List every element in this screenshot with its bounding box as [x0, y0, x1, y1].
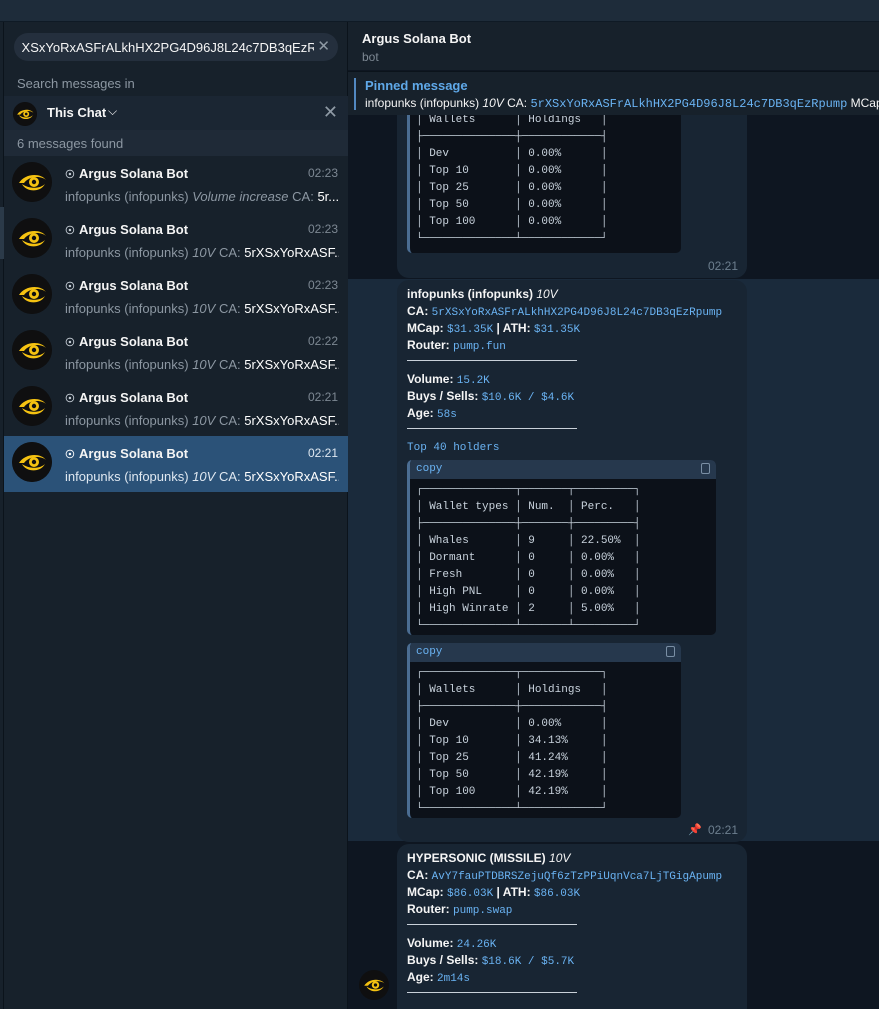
code-block[interactable]: ┌──────────────┬────────────┐ │ Wallets … — [407, 115, 681, 253]
result-time: 02:23 — [307, 278, 338, 292]
eye-logo-icon — [12, 386, 52, 426]
result-sender: ☉ Argus Solana Bot — [65, 446, 189, 461]
result-avatar — [12, 330, 52, 370]
scope-label: This Chat — [47, 105, 107, 120]
search-box[interactable]: ✕ — [14, 33, 338, 61]
clear-search-icon[interactable]: ✕ — [317, 38, 330, 56]
result-preview: infopunks (infopunks) 10V CA: 5rXSxYoRxA… — [65, 357, 339, 372]
message-time: 02:21 — [707, 259, 738, 273]
result-time: 02:21 — [307, 390, 338, 404]
eye-logo-icon — [359, 970, 389, 1000]
age-line: Age: 2m14s — [407, 970, 471, 985]
result-preview: infopunks (infopunks) 10V CA: 5rXSxYoRxA… — [65, 301, 339, 316]
eye-logo-icon — [12, 218, 52, 258]
sender-avatar[interactable] — [359, 970, 389, 1005]
close-scope-icon[interactable]: ✕ — [323, 102, 338, 123]
token-title-line: HYPERSONIC (MISSILE) 10V — [407, 851, 571, 865]
eye-logo-icon — [12, 330, 52, 370]
divider — [407, 428, 577, 429]
message-time: 02:21 — [707, 823, 738, 837]
message-bubble[interactable]: HYPERSONIC (MISSILE) 10V CA: AvY7fauPTDB… — [397, 844, 747, 1009]
chat-header[interactable]: Argus Solana Bot bot — [348, 22, 879, 70]
chat-subtitle: bot — [362, 50, 379, 64]
search-result-item[interactable]: ☉ Argus Solana Bot 02:21 infopunks (infopun… — [4, 436, 348, 492]
eye-logo-icon — [12, 274, 52, 314]
pinned-accent-bar — [354, 78, 356, 110]
result-time: 02:23 — [307, 166, 338, 180]
result-sender: ☉ Argus Solana Bot — [65, 222, 189, 237]
result-sender: ☉ Argus Solana Bot — [65, 278, 189, 293]
code-block[interactable]: copy ┌──────────────┬───────┬─────────┐ … — [407, 460, 716, 635]
pinned-label: Pinned message — [365, 78, 468, 93]
result-avatar — [12, 386, 52, 426]
ca-link[interactable]: AvY7fauPTDBRSZejuQf6zTzPPiUqnVca7LjTGigA… — [432, 871, 722, 883]
result-time: 02:23 — [307, 222, 338, 236]
message-list[interactable]: ┌──────────────┬────────────┐ │ Wallets … — [348, 115, 879, 1009]
window-titlebar — [0, 0, 879, 22]
result-sender: ☉ Argus Solana Bot — [65, 166, 189, 181]
search-messages-in-label: Search messages in — [17, 76, 135, 91]
search-result-item[interactable]: ☉ Argus Solana Bot 02:23 infopunks (infopun… — [4, 156, 348, 212]
divider — [407, 992, 577, 993]
copy-icon[interactable] — [701, 463, 710, 474]
result-preview: infopunks (infopunks) 10V CA: 5rXSxYoRxA… — [65, 469, 339, 484]
pin-icon: 📌 — [688, 824, 702, 836]
search-input[interactable] — [14, 33, 314, 61]
result-avatar — [12, 442, 52, 482]
result-time: 02:22 — [307, 334, 338, 348]
divider — [407, 360, 577, 361]
results-count-bar: 6 messages found — [4, 130, 348, 156]
eye-logo-icon — [12, 162, 52, 202]
chat-avatar — [13, 102, 37, 126]
result-time: 02:21 — [307, 446, 338, 460]
search-sidebar: ✕ Search messages in This Chat ⌵ ✕ 6 mes… — [4, 22, 348, 1009]
chevron-down-icon[interactable]: ⌵ — [108, 104, 117, 119]
results-count: 6 messages found — [17, 136, 124, 151]
token-title-line: infopunks (infopunks) 10V — [407, 287, 558, 301]
copy-icon[interactable] — [666, 646, 675, 657]
chat-title: Argus Solana Bot — [362, 31, 472, 46]
copy-label: copy — [416, 463, 443, 475]
router-line: Router: pump.swap — [407, 902, 513, 917]
search-result-item[interactable]: ☉ Argus Solana Bot 02:22 infopunks (infopun… — [4, 324, 348, 380]
ca-link[interactable]: 5rXSxYoRxASFrALkhHX2PG4D96J8L24c7DB3qEzR… — [432, 307, 722, 319]
code-block-header: copy — [410, 460, 716, 479]
result-sender: ☉ Argus Solana Bot — [65, 334, 189, 349]
result-preview: infopunks (infopunks) 10V CA: 5rXSxYoRxA… — [65, 245, 339, 260]
search-result-item[interactable]: ☉ Argus Solana Bot 02:21 infopunks (infopun… — [4, 380, 348, 436]
bot-icon: ☉ — [65, 449, 75, 461]
eye-logo-icon — [13, 102, 37, 126]
wallet-types-table: ┌──────────────┬───────┬─────────┐ │ Wal… — [416, 484, 641, 632]
holdings-table: ┌──────────────┬────────────┐ │ Wallets … — [416, 115, 608, 245]
bot-icon: ☉ — [65, 337, 75, 349]
pinned-message-bar[interactable]: Pinned message infopunks (infopunks) 10V… — [348, 71, 879, 115]
age-line: Age: 58s — [407, 406, 457, 421]
bot-icon: ☉ — [65, 281, 75, 293]
search-result-item[interactable]: ☉ Argus Solana Bot 02:23 infopunks (infopun… — [4, 268, 348, 324]
result-avatar — [12, 162, 52, 202]
message-bubble-highlighted[interactable]: infopunks (infopunks) 10V CA: 5rXSxYoRxA… — [397, 280, 747, 842]
code-block[interactable]: copy ┌──────────────┬────────────┐ │ Wal… — [407, 643, 681, 818]
copy-label: copy — [416, 646, 443, 658]
search-scope-selector[interactable]: This Chat ⌵ ✕ — [4, 96, 348, 130]
bot-icon: ☉ — [65, 393, 75, 405]
code-block-header: copy — [410, 643, 681, 662]
pinned-preview: infopunks (infopunks) 10V CA: 5rXSxYoRxA… — [365, 96, 879, 111]
bot-icon: ☉ — [65, 225, 75, 237]
eye-logo-icon — [12, 442, 52, 482]
result-sender: ☉ Argus Solana Bot — [65, 390, 189, 405]
result-avatar — [12, 218, 52, 258]
result-preview: infopunks (infopunks) Volume increase CA… — [65, 189, 339, 204]
search-result-item[interactable]: ☉ Argus Solana Bot 02:23 infopunks (infopun… — [4, 212, 348, 268]
router-line: Router: pump.fun — [407, 338, 506, 353]
bot-icon: ☉ — [65, 169, 75, 181]
result-preview: infopunks (infopunks) 10V CA: 5rXSxYoRxA… — [65, 413, 339, 428]
result-avatar — [12, 274, 52, 314]
message-bubble[interactable]: ┌──────────────┬────────────┐ │ Wallets … — [397, 115, 747, 278]
holdings-table: ┌──────────────┬────────────┐ │ Wallets … — [416, 667, 608, 815]
top-holders-line: Top 40 holders — [407, 442, 500, 454]
divider — [407, 924, 577, 925]
